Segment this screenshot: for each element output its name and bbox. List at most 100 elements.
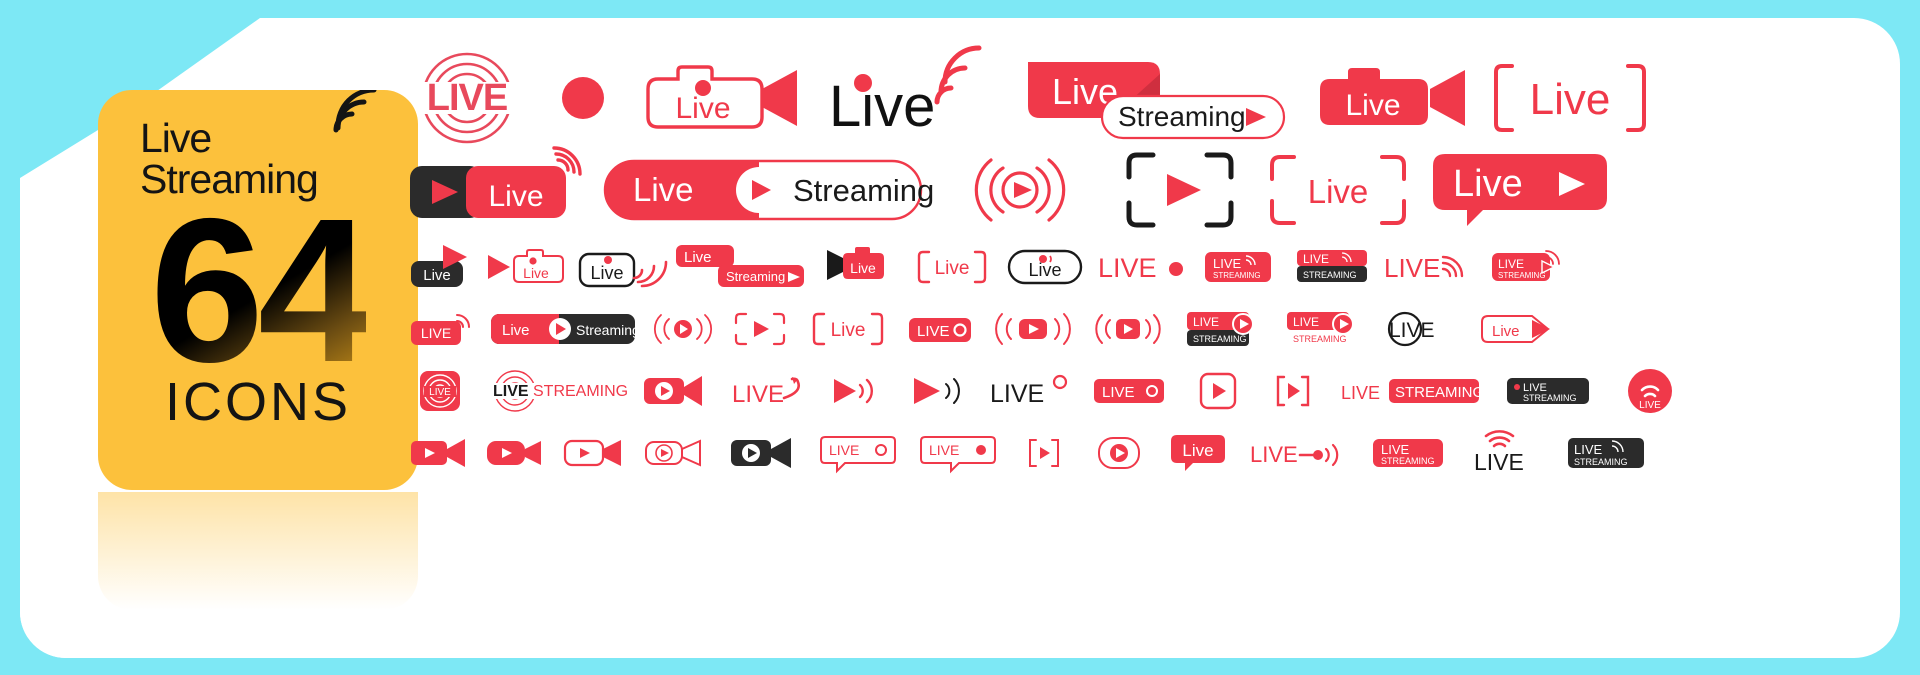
play-signal-waves[interactable] — [935, 150, 1105, 230]
live-camcorder-outline[interactable]: Live — [630, 63, 815, 133]
svg-text:Live: Live — [829, 74, 935, 139]
live-streaming-dark-play[interactable]: LIVE STREAMING — [1175, 308, 1275, 350]
play-bracket-small[interactable] — [1255, 373, 1330, 409]
live-streaming-two-tone[interactable]: LIVE STREAMING — [1330, 375, 1490, 407]
svg-text:LIVE: LIVE — [1250, 442, 1298, 467]
cover-title-line1: Live — [140, 115, 212, 161]
svg-text:LIVE: LIVE — [1213, 256, 1242, 271]
live-dash-waves[interactable]: LIVE — [1238, 436, 1358, 470]
live-swoosh[interactable]: LIVE — [720, 372, 815, 410]
icon-grid: LIVE Live Live Live Streaming Live Live … — [400, 45, 1880, 552]
svg-text:Live: Live — [1453, 163, 1523, 205]
live-red-tag-signal[interactable]: LIVE — [400, 309, 480, 349]
svg-text:LIVE: LIVE — [1193, 315, 1219, 329]
svg-text:LIVE: LIVE — [421, 325, 451, 341]
live-streaming-pill[interactable]: Live Streaming — [590, 157, 935, 223]
icon-row-4: LIVE Live Streaming Live LIVE LIVE STREA… — [400, 298, 1880, 360]
live-bubble-dot-outline[interactable]: LIVE — [808, 435, 908, 474]
live-streaming-play-tag[interactable]: LIVE STREAMING — [1479, 247, 1574, 287]
live-streaming-offset-tags[interactable]: Live Streaming — [665, 243, 815, 291]
record-dot[interactable] — [535, 76, 630, 120]
svg-text:LIVE: LIVE — [1384, 253, 1440, 283]
play-camcorder-dark[interactable] — [713, 436, 808, 470]
play-triangle-waves[interactable] — [895, 373, 980, 409]
play-signal-arrow[interactable] — [815, 373, 895, 409]
svg-text:Streaming: Streaming — [726, 269, 785, 284]
live-wifi-text[interactable]: LIVE — [1458, 430, 1553, 475]
play-rounded-frame[interactable] — [1080, 434, 1158, 472]
play-tag-waves[interactable] — [985, 311, 1080, 347]
live-solid-bubble[interactable]: Live — [1158, 433, 1238, 473]
play-tag-signal-arcs[interactable] — [1080, 311, 1175, 347]
live-ripple-badge[interactable]: LIVE — [400, 52, 535, 144]
svg-text:Live: Live — [684, 249, 712, 266]
live-degree-text[interactable]: LIVE — [980, 372, 1080, 410]
live-streaming-stacked[interactable]: Live Streaming — [1005, 52, 1305, 144]
wifi-signal-icon — [330, 90, 377, 136]
live-pill-outline-signal[interactable]: Live — [997, 245, 1092, 289]
live-corner-frame[interactable]: Live — [1255, 153, 1420, 227]
svg-text:LIVE: LIVE — [1474, 449, 1524, 475]
cover-subtitle: ICONS — [164, 372, 352, 433]
live-bubble-dot-outline-2[interactable]: LIVE — [908, 435, 1008, 474]
live-streaming-red-tag[interactable]: LIVE STREAMING — [1192, 248, 1284, 286]
live-streaming-ripple-text[interactable]: LIVE STREAMING — [480, 369, 628, 413]
icon-row-1: LIVE Live Live Live Streaming Live Live — [400, 45, 1880, 144]
svg-text:LIVE: LIVE — [1341, 383, 1380, 403]
icon-row-3: Live Live Live Live Streaming Live Live … — [400, 236, 1880, 298]
live-wifi-circle[interactable]: LIVE — [1605, 368, 1695, 414]
svg-text:Live: Live — [523, 265, 549, 281]
svg-text:LIVE: LIVE — [1293, 315, 1319, 329]
live-streaming-dark-dot[interactable]: LIVE STREAMING — [1490, 374, 1605, 408]
play-dashed-frame[interactable] — [720, 311, 800, 347]
svg-text:Live: Live — [1345, 89, 1400, 122]
play-camcorder-red[interactable] — [625, 374, 720, 408]
live-streaming-circle-play-pill[interactable]: Live Streaming — [480, 312, 645, 346]
live-bracket-red[interactable]: Live — [800, 309, 895, 349]
svg-text:LIVE: LIVE — [427, 77, 507, 119]
play-camcorder-outline[interactable] — [553, 437, 633, 469]
play-circle-waves-small[interactable] — [645, 311, 720, 347]
live-dot-text[interactable]: LIVE — [1092, 250, 1192, 284]
live-streaming-dark-tag[interactable]: LIVE STREAMING — [1284, 248, 1379, 286]
svg-text:LIVE: LIVE — [917, 323, 950, 340]
svg-text:STREAMING: STREAMING — [1523, 393, 1577, 403]
live-streaming-red-tag-2[interactable]: LIVE STREAMING — [1358, 435, 1458, 471]
play-focus-frame[interactable] — [1105, 151, 1255, 229]
svg-text:Live: Live — [633, 171, 694, 208]
icon-row-5: LIVE LIVE STREAMING LIVE LIVE LIVE LIVE … — [400, 360, 1880, 422]
svg-text:Live: Live — [1492, 323, 1520, 340]
live-wifi-black[interactable]: Live — [815, 45, 1005, 139]
play-bracket-outline[interactable] — [1008, 436, 1080, 470]
svg-text:STREAMING: STREAMING — [1193, 334, 1247, 344]
live-speech-bubble[interactable]: Live — [1420, 150, 1620, 230]
live-dark-tag-play[interactable]: Live — [400, 243, 480, 291]
svg-text:Streaming: Streaming — [1118, 101, 1246, 132]
live-tag-record[interactable]: LIVE — [895, 312, 985, 346]
play-square-outline[interactable] — [1180, 372, 1255, 410]
svg-text:LIVE: LIVE — [493, 383, 529, 400]
svg-text:LIVE: LIVE — [1303, 252, 1329, 266]
live-camcorder-solid[interactable]: Live — [1305, 65, 1480, 131]
live-play-dark-pill[interactable]: Live — [400, 146, 590, 230]
live-text-signal[interactable]: LIVE — [1379, 248, 1479, 286]
play-camcorder-rounded[interactable] — [475, 437, 553, 469]
live-bracket-outline[interactable]: Live — [1480, 60, 1660, 136]
live-ripple-square-tag[interactable]: LIVE — [400, 369, 480, 413]
live-arrow-tag[interactable]: Live — [1470, 312, 1565, 346]
live-streaming-dark-tag-2[interactable]: LIVE STREAMING — [1553, 434, 1658, 472]
svg-text:STREAMING: STREAMING — [1293, 334, 1347, 344]
play-camcorder-outline-2[interactable] — [633, 437, 713, 469]
svg-text:Live: Live — [1530, 75, 1611, 124]
live-camcorder-left[interactable]: Live — [815, 246, 907, 288]
play-live-camera-outline[interactable]: Live — [480, 245, 570, 289]
live-tag-circle-dot[interactable]: LIVE — [1080, 375, 1180, 407]
live-streaming-red-play[interactable]: LIVE STREAMING — [1275, 308, 1375, 350]
svg-text:LIVE: LIVE — [1574, 442, 1603, 457]
play-camcorder-red-2[interactable] — [400, 437, 475, 469]
live-box-wifi[interactable]: Live — [570, 244, 667, 290]
cover-card: Live Streaming 64 ICONS — [98, 90, 418, 490]
live-circle-text[interactable]: LIVE — [1375, 309, 1470, 349]
svg-text:Live: Live — [1307, 173, 1368, 210]
live-bracket-small[interactable]: Live — [907, 246, 997, 288]
